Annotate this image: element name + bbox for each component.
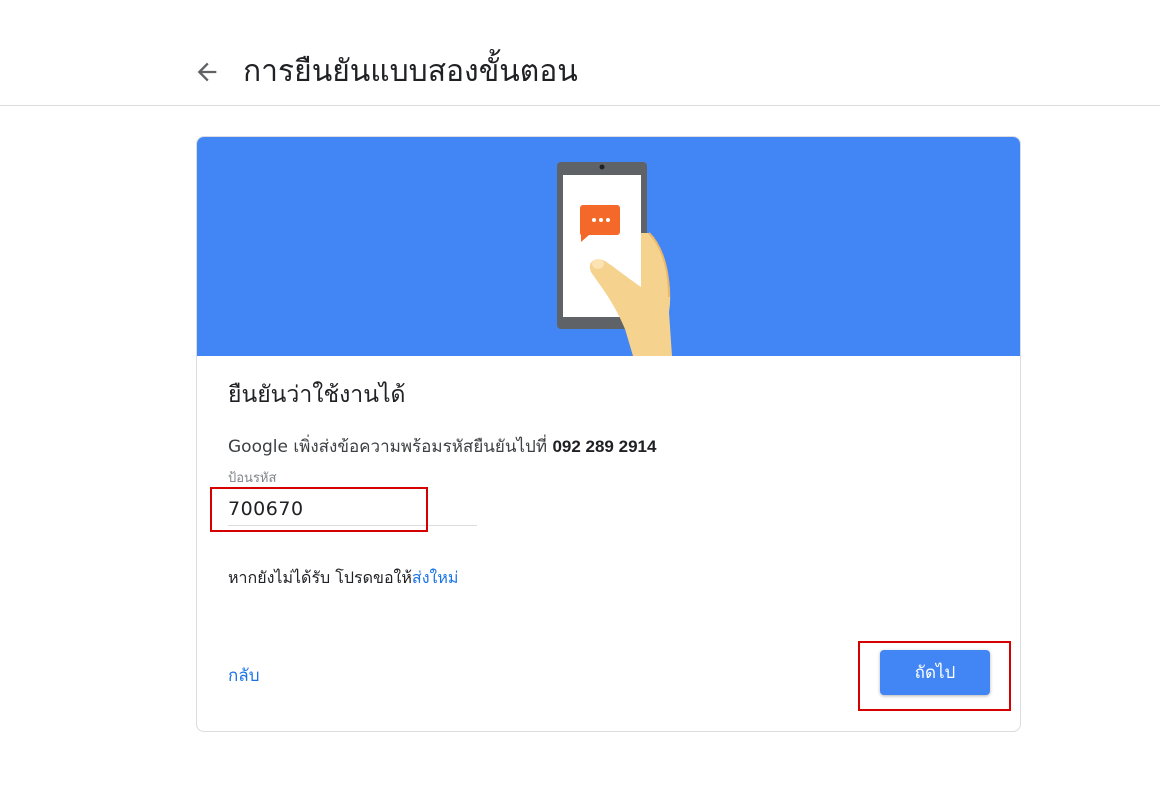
- page-title: การยืนยันแบบสองขั้นตอน: [243, 54, 578, 89]
- verification-description: Google เพิ่งส่งข้อความพร้อมรหัสยืนยันไปท…: [228, 433, 656, 460]
- back-link[interactable]: กลับ: [228, 662, 260, 689]
- page-header: การยืนยันแบบสองขั้นตอน: [0, 0, 1160, 106]
- resend-prefix: หากยังไม่ได้รับ โปรดขอให้: [228, 568, 412, 587]
- resend-message: หากยังไม่ได้รับ โปรดขอให้ส่งใหม่: [228, 566, 458, 591]
- description-text: Google เพิ่งส่งข้อความพร้อมรหัสยืนยันไปท…: [228, 437, 553, 457]
- arrow-left-icon[interactable]: [193, 58, 221, 86]
- verification-code-input[interactable]: [228, 493, 477, 526]
- phone-with-message-icon: [557, 162, 672, 356]
- phone-number: 092 289 2914: [552, 437, 657, 456]
- next-button[interactable]: ถัดไป: [880, 650, 990, 695]
- resend-link[interactable]: ส่งใหม่: [412, 568, 458, 587]
- code-field-label: ป้อนรหัส: [228, 471, 277, 486]
- verification-card: ยืนยันว่าใช้งานได้ Google เพิ่งส่งข้อควา…: [196, 136, 1021, 732]
- card-title: ยืนยันว่าใช้งานได้: [228, 382, 406, 408]
- banner: [197, 137, 1020, 356]
